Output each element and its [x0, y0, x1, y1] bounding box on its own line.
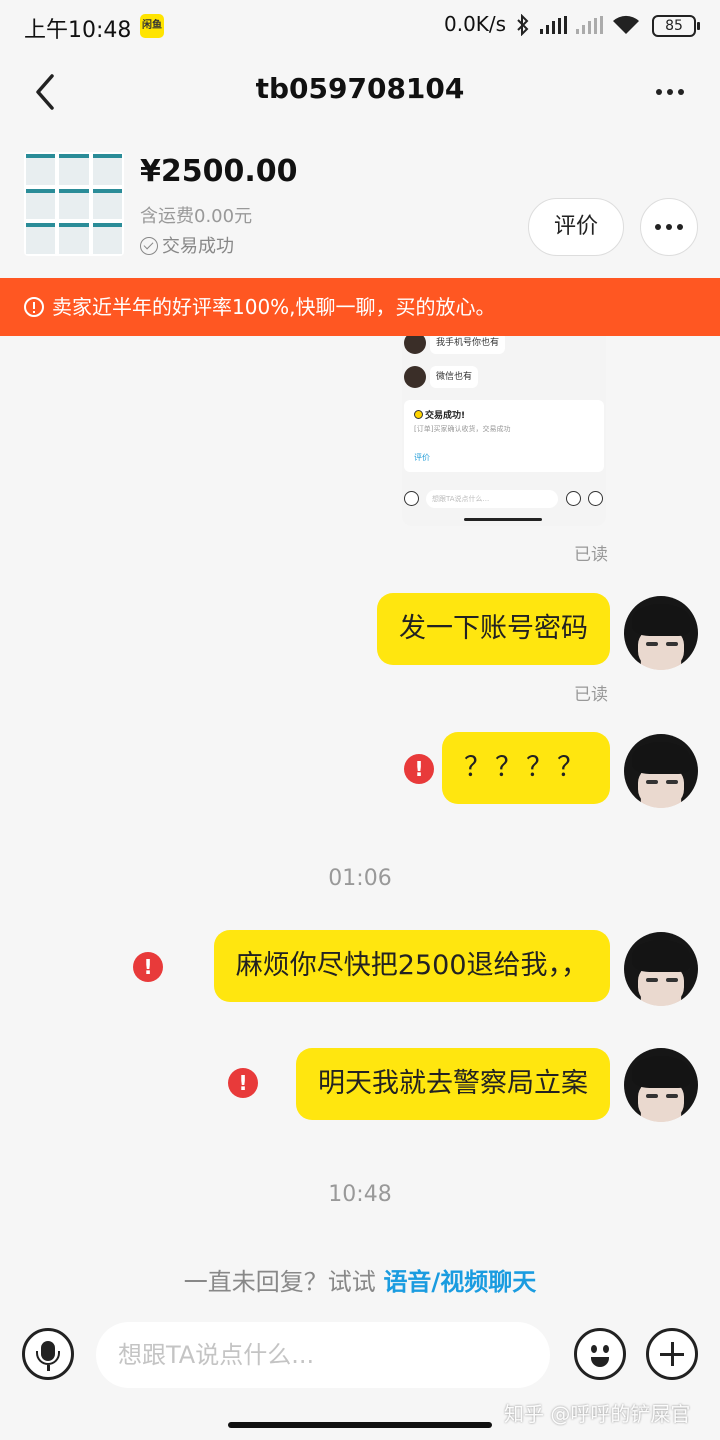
shot-input: 想跟TA说点什么... — [426, 490, 558, 508]
signal-icon-secondary — [576, 16, 604, 34]
battery-indicator: 85 — [652, 15, 700, 37]
image-message[interactable]: 我手机号你也有 微信也有 交易成功! [订单]买家确认收货，交易成功 评价 想跟… — [402, 336, 606, 526]
user-avatar[interactable] — [624, 932, 698, 1006]
shot-plus-icon — [588, 491, 603, 506]
info-circle-icon — [24, 297, 44, 317]
timestamp: 01:06 — [328, 866, 392, 891]
send-failed-icon[interactable]: ! — [228, 1068, 258, 1098]
message-bubble[interactable]: 明天我就去警察局立案 — [296, 1048, 610, 1120]
user-avatar[interactable] — [624, 1048, 698, 1122]
more-options-icon[interactable] — [648, 74, 692, 110]
check-circle-icon — [140, 237, 158, 255]
home-indicator[interactable] — [228, 1422, 492, 1428]
microphone-icon[interactable] — [22, 1328, 74, 1380]
item-thumbnail[interactable] — [24, 152, 124, 256]
shot-trade-card: 交易成功! [订单]买家确认收货，交易成功 评价 — [404, 400, 604, 472]
shot-home-indicator — [464, 518, 542, 521]
send-failed-icon[interactable]: ! — [404, 754, 434, 784]
plus-icon[interactable] — [646, 1328, 698, 1380]
back-arrow-icon[interactable] — [28, 72, 68, 112]
chat-title: tb059708104 — [255, 72, 465, 105]
review-button[interactable]: 评价 — [528, 198, 624, 256]
status-bar: 上午10:48 闲鱼 0.0K/s 85 — [0, 0, 720, 52]
shot-check-icon — [414, 410, 423, 419]
card-more-button[interactable] — [640, 198, 698, 256]
banner-text: 卖家近半年的好评率100%,快聊一聊，买的放心。 — [52, 295, 496, 319]
read-receipt: 已读 — [574, 685, 608, 705]
shot-avatar — [404, 366, 426, 388]
message-bubble[interactable]: 发一下账号密码 — [377, 593, 610, 665]
shot-message: 我手机号你也有 — [430, 336, 506, 354]
watermark: 知乎 @呼呼的铲屎官 — [504, 1402, 691, 1426]
emoji-icon[interactable] — [574, 1328, 626, 1380]
item-shipping: 含运费0.00元 — [140, 206, 253, 227]
user-avatar[interactable] — [624, 596, 698, 670]
shot-mic-icon — [404, 491, 419, 506]
shot-card-link: 评价 — [414, 453, 430, 462]
wifi-icon — [612, 14, 640, 36]
timestamp: 10:48 — [328, 1182, 392, 1207]
user-avatar[interactable] — [624, 734, 698, 808]
item-card[interactable]: ¥2500.00 含运费0.00元 交易成功 评价 — [0, 132, 720, 278]
item-price: ¥2500.00 — [140, 154, 298, 189]
call-suggestion: 一直未回复？试试 语音/视频聊天 — [0, 1262, 720, 1297]
message-bubble[interactable]: 麻烦你尽快把2500退给我，， — [213, 930, 610, 1002]
input-bar — [0, 1320, 720, 1400]
status-time: 上午10:48 — [24, 18, 132, 43]
trade-status: 交易成功 — [140, 232, 234, 258]
seller-rating-banner[interactable]: 卖家近半年的好评率100%,快聊一聊，买的放心。 — [0, 278, 720, 336]
trade-status-text: 交易成功 — [162, 236, 234, 257]
call-suggestion-text: 一直未回复？试试 — [183, 1268, 384, 1296]
shot-emoji-icon — [566, 491, 581, 506]
shot-card-subtitle: [订单]买家确认收货，交易成功 — [414, 425, 511, 433]
more-dots-icon — [655, 224, 683, 230]
shot-card-title: 交易成功! — [425, 411, 466, 421]
send-failed-icon[interactable]: ! — [133, 952, 163, 982]
signal-icon — [540, 16, 568, 34]
message-bubble[interactable]: ？？？？ — [442, 732, 610, 804]
bluetooth-icon — [516, 13, 530, 37]
network-speed: 0.0K/s — [444, 12, 507, 36]
chat-header: tb059708104 — [0, 52, 720, 132]
message-input[interactable] — [96, 1322, 550, 1388]
shot-message: 微信也有 — [430, 366, 479, 388]
shot-avatar — [404, 336, 426, 354]
read-receipt: 已读 — [574, 545, 608, 565]
xianyu-app-icon: 闲鱼 — [140, 14, 164, 38]
voice-video-call-link[interactable]: 语音/视频聊天 — [383, 1268, 536, 1296]
